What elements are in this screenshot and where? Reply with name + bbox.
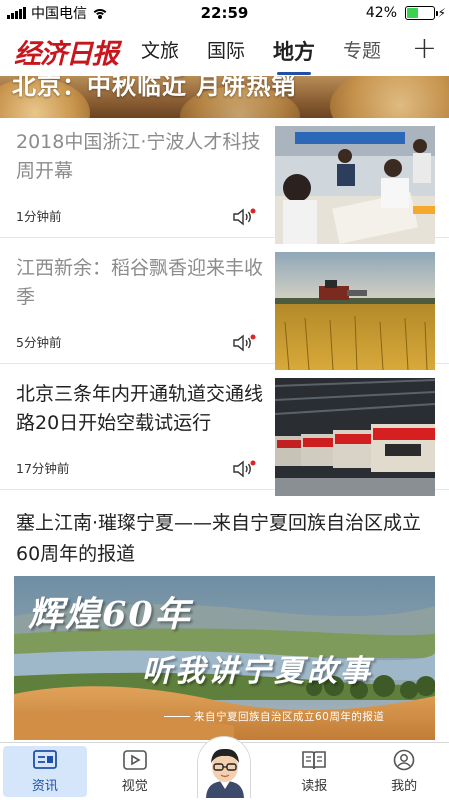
tab-news[interactable]: 资讯 [0, 743, 90, 800]
tab-profile-label: 我的 [391, 779, 418, 794]
charging-icon: ⚡ [437, 6, 446, 20]
app-logo[interactable]: 经济日报 [14, 32, 119, 71]
newspaper-icon [302, 751, 327, 770]
speaker-icon[interactable] [232, 333, 256, 353]
article-thumbnail [275, 252, 435, 370]
status-bar: 中国电信 22:59 42% ⚡ [0, 0, 449, 26]
article-time: 17分钟前 [16, 461, 70, 476]
article-thumbnail [275, 126, 435, 244]
plus-icon[interactable]: + [412, 34, 437, 64]
article-title: 2018中国浙江·宁波人才科技周开幕 [16, 131, 261, 182]
battery-icon [405, 6, 438, 20]
tab-local[interactable]: 地方 [273, 36, 315, 75]
article-time: 1分钟前 [16, 209, 62, 224]
tab-newspaper-label: 读报 [301, 779, 328, 794]
battery-percent: 42% [365, 5, 397, 21]
channel-tabs: 文旅 国际 地方 专题 [141, 36, 381, 75]
banner-title: 北京：中秋临近 月饼热销 [12, 76, 297, 100]
article-thumbnail [275, 378, 435, 496]
tab-news-label: 资讯 [31, 779, 58, 794]
tab-profile[interactable]: 我的 [359, 743, 449, 800]
carrier-name: 中国电信 [31, 6, 87, 22]
article-time: 5分钟前 [16, 335, 62, 350]
article-item[interactable]: 2018中国浙江·宁波人才科技周开幕 1分钟前 [0, 118, 449, 244]
profile-icon [393, 749, 415, 771]
news-icon [32, 750, 57, 769]
tab-special-topics[interactable]: 专题 [343, 36, 381, 66]
wifi-icon [92, 7, 108, 19]
featured-caption-main: 辉煌60年 [28, 594, 192, 635]
article-item[interactable]: 江西新余：稻谷飘香迎来丰收季 5分钟前 [0, 244, 449, 370]
featured-title[interactable]: 塞上江南·璀璨宁夏——来自宁夏回族自治区成立60周年的报道 [16, 508, 436, 570]
tab-video[interactable]: 视觉 [90, 743, 180, 800]
tab-culture-travel[interactable]: 文旅 [141, 36, 179, 66]
top-banner[interactable]: 北京：中秋临近 月饼热销 [0, 76, 449, 118]
speaker-icon[interactable] [232, 459, 256, 479]
article-item[interactable]: 北京三条年内开通轨道交通线路20日开始空载试运行 17分钟前 [0, 370, 449, 496]
featured-subcaption: 来自宁夏回族自治区成立60周年的报道 [194, 711, 385, 723]
tab-international[interactable]: 国际 [207, 36, 245, 66]
speaker-icon[interactable] [232, 207, 256, 227]
signal-icon [7, 7, 26, 19]
caption-dash [164, 716, 190, 717]
tab-video-label: 视觉 [121, 779, 148, 794]
tab-newspaper[interactable]: 读报 [269, 743, 359, 800]
article-title: 北京三条年内开通轨道交通线路20日开始空载试运行 [16, 383, 264, 434]
video-icon [122, 750, 147, 770]
channel-header: 经济日报 文旅 国际 地方 专题 + [0, 26, 449, 76]
article-title: 江西新余：稻谷飘香迎来丰收季 [16, 257, 264, 308]
assistant-avatar[interactable] [197, 736, 251, 798]
featured-caption-secondary: 听我讲宁夏故事 [142, 654, 373, 689]
featured-image[interactable]: 辉煌60年 听我讲宁夏故事 来自宁夏回族自治区成立60周年的报道 [14, 576, 435, 740]
